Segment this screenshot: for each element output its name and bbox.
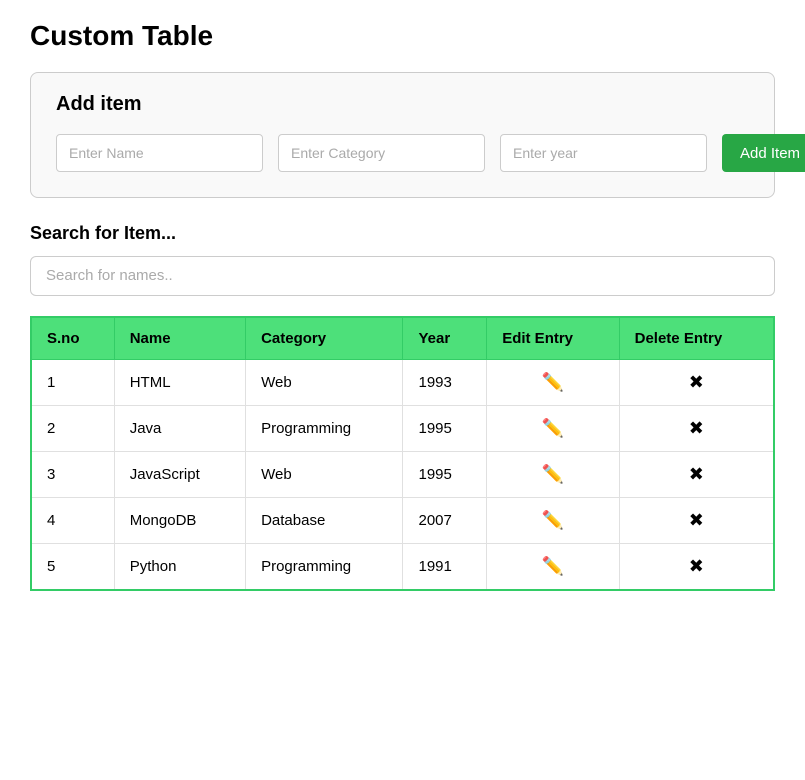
cell-name: MongoDB bbox=[114, 498, 245, 544]
add-item-form: Add Item bbox=[56, 134, 749, 172]
cell-edit[interactable]: ✏️ bbox=[487, 452, 619, 498]
name-input[interactable] bbox=[56, 134, 263, 172]
cell-year: 1995 bbox=[403, 406, 487, 452]
page-title: Custom Table bbox=[30, 20, 775, 52]
table-body: 1HTMLWeb1993✏️✖2JavaProgramming1995✏️✖3J… bbox=[31, 360, 774, 591]
cell-year: 1993 bbox=[403, 360, 487, 406]
cell-delete[interactable]: ✖ bbox=[619, 406, 774, 452]
cell-sno: 2 bbox=[31, 406, 114, 452]
col-name: Name bbox=[114, 317, 245, 360]
search-input[interactable] bbox=[46, 267, 759, 284]
add-item-card: Add item Add Item bbox=[30, 72, 775, 198]
table-row: 2JavaProgramming1995✏️✖ bbox=[31, 406, 774, 452]
table-header-row: S.no Name Category Year Edit Entry Delet… bbox=[31, 317, 774, 360]
table-row: 1HTMLWeb1993✏️✖ bbox=[31, 360, 774, 406]
cell-name: Java bbox=[114, 406, 245, 452]
cell-name: HTML bbox=[114, 360, 245, 406]
cell-sno: 5 bbox=[31, 544, 114, 591]
cell-year: 1991 bbox=[403, 544, 487, 591]
cell-delete[interactable]: ✖ bbox=[619, 360, 774, 406]
add-item-heading: Add item bbox=[56, 93, 749, 116]
col-sno: S.no bbox=[31, 317, 114, 360]
year-input[interactable] bbox=[500, 134, 707, 172]
cell-category: Web bbox=[246, 452, 403, 498]
cell-name: JavaScript bbox=[114, 452, 245, 498]
col-year: Year bbox=[403, 317, 487, 360]
table-header: S.no Name Category Year Edit Entry Delet… bbox=[31, 317, 774, 360]
cell-delete[interactable]: ✖ bbox=[619, 498, 774, 544]
col-category: Category bbox=[246, 317, 403, 360]
cell-category: Database bbox=[246, 498, 403, 544]
col-edit: Edit Entry bbox=[487, 317, 619, 360]
cell-delete[interactable]: ✖ bbox=[619, 544, 774, 591]
cell-year: 2007 bbox=[403, 498, 487, 544]
cell-sno: 1 bbox=[31, 360, 114, 406]
data-table: S.no Name Category Year Edit Entry Delet… bbox=[30, 316, 775, 591]
table-row: 5PythonProgramming1991✏️✖ bbox=[31, 544, 774, 591]
cell-edit[interactable]: ✏️ bbox=[487, 498, 619, 544]
table-row: 4MongoDBDatabase2007✏️✖ bbox=[31, 498, 774, 544]
cell-category: Programming bbox=[246, 544, 403, 591]
add-item-button[interactable]: Add Item bbox=[722, 134, 805, 172]
cell-name: Python bbox=[114, 544, 245, 591]
cell-category: Web bbox=[246, 360, 403, 406]
category-input[interactable] bbox=[278, 134, 485, 172]
search-label: Search for Item... bbox=[30, 223, 775, 244]
search-container bbox=[30, 256, 775, 296]
cell-category: Programming bbox=[246, 406, 403, 452]
cell-edit[interactable]: ✏️ bbox=[487, 406, 619, 452]
cell-sno: 4 bbox=[31, 498, 114, 544]
col-delete: Delete Entry bbox=[619, 317, 774, 360]
cell-delete[interactable]: ✖ bbox=[619, 452, 774, 498]
cell-sno: 3 bbox=[31, 452, 114, 498]
table-row: 3JavaScriptWeb1995✏️✖ bbox=[31, 452, 774, 498]
cell-edit[interactable]: ✏️ bbox=[487, 544, 619, 591]
cell-edit[interactable]: ✏️ bbox=[487, 360, 619, 406]
cell-year: 1995 bbox=[403, 452, 487, 498]
